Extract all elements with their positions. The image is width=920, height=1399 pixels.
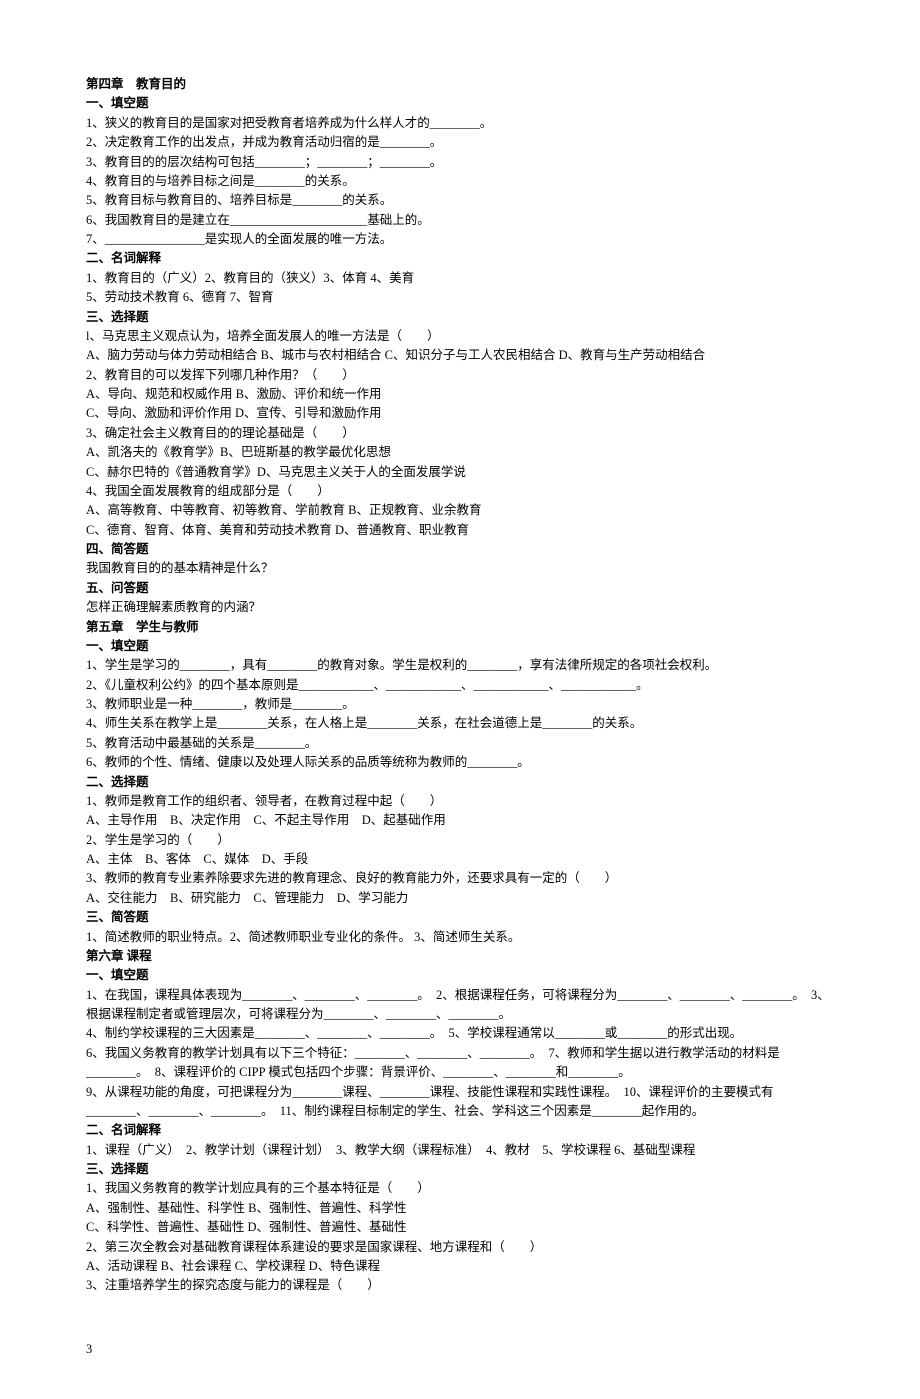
ch4-s2-l2: 5、劳动技术教育 6、德育 7、智育 [86, 288, 834, 307]
ch4-s1-heading: 一、填空题 [86, 94, 834, 113]
ch4-s5-heading: 五、问答题 [86, 579, 834, 598]
chapter5-title: 第五章 学生与教师 [86, 618, 834, 637]
ch5-s3-l1: 1、简述教师的职业特点。2、简述教师职业专业化的条件。 3、简述师生关系。 [86, 928, 834, 947]
ch5-s2-q1: 1、教师是教育工作的组织者、领导者，在教育过程中起（ ） [86, 792, 834, 811]
ch5-s1-heading: 一、填空题 [86, 637, 834, 656]
ch4-s3-q1opt: A、脑力劳动与体力劳动相结合 B、城市与农村相结合 C、知识分子与工人农民相结合… [86, 346, 834, 365]
ch4-s3-q4: 4、我国全面发展教育的组成部分是（ ） [86, 482, 834, 501]
ch6-s1-l2: 4、制约学校课程的三大因素是________、________、________… [86, 1024, 834, 1043]
ch4-s1-l4: 4、教育目的与培养目标之间是________的关系。 [86, 172, 834, 191]
chapter4-title: 第四章 教育目的 [86, 75, 834, 94]
ch4-s3-heading: 三、选择题 [86, 308, 834, 327]
page-number: 3 [86, 1340, 834, 1359]
ch6-s3-q1: 1、我国义务教育的教学计划应具有的三个基本特征是（ ） [86, 1179, 834, 1198]
ch5-s2-q2opt: A、主体 B、客体 C、媒体 D、手段 [86, 850, 834, 869]
ch4-s4-heading: 四、简答题 [86, 540, 834, 559]
ch6-s1-l4: 9、从课程功能的角度，可把课程分为________课程、________课程、技… [86, 1083, 834, 1122]
ch5-s2-q1opt: A、主导作用 B、决定作用 C、不起主导作用 D、起基础作用 [86, 811, 834, 830]
ch5-s1-l1: 1、学生是学习的________，具有________的教育对象。学生是权利的_… [86, 656, 834, 675]
ch6-s2-heading: 二、名词解释 [86, 1121, 834, 1140]
ch6-s1-l3: 6、我国义务教育的教学计划具有以下三个特征：________、________、… [86, 1044, 834, 1083]
ch4-s3-q2a: A、导向、规范和权威作用 B、激励、评价和统一作用 [86, 385, 834, 404]
ch6-s1-l1: 1、在我国，课程具体表现为________、________、________。… [86, 986, 834, 1025]
ch4-s3-q3: 3、确定社会主义教育目的的理论基础是（ ） [86, 424, 834, 443]
ch4-s1-l3: 3、教育目的的层次结构可包括________；________；________… [86, 153, 834, 172]
chapter6-title: 第六章 课程 [86, 947, 834, 966]
ch4-s3-q2: 2、教育目的可以发挥下列哪几种作用？（ ） [86, 366, 834, 385]
ch4-s1-l1: 1、狭义的教育目的是国家对把受教育者培养成为什么样人才的________。 [86, 114, 834, 133]
ch5-s1-l2: 2、《儿童权利公约》的四个基本原则是____________、_________… [86, 676, 834, 695]
ch4-s1-l5: 5、教育目标与教育目的、培养目标是________的关系。 [86, 191, 834, 210]
ch4-s5-l1: 怎样正确理解素质教育的内涵？ [86, 598, 834, 617]
ch5-s3-heading: 三、简答题 [86, 908, 834, 927]
ch5-s1-l4: 4、师生关系在教学上是________关系，在人格上是________关系，在社… [86, 714, 834, 733]
ch4-s1-l7: 7、________________是实现人的全面发展的唯一方法。 [86, 230, 834, 249]
ch5-s2-q3: 3、教师的教育专业素养除要求先进的教育理念、良好的教育能力外，还要求具有一定的（… [86, 869, 834, 888]
ch5-s1-l3: 3、教师职业是一种________，教师是________。 [86, 695, 834, 714]
ch4-s3-q1: l、马克思主义观点认为，培养全面发展人的唯一方法是（ ） [86, 327, 834, 346]
ch4-s3-q3b: C、赫尔巴特的《普通教育学》D、马克思主义关于人的全面发展学说 [86, 463, 834, 482]
ch5-s1-l5: 5、教育活动中最基础的关系是________。 [86, 734, 834, 753]
ch4-s3-q4b: C、德育、智育、体育、美育和劳动技术教育 D、普通教育、职业教育 [86, 521, 834, 540]
ch4-s4-l1: 我国教育目的的基本精神是什么？ [86, 559, 834, 578]
ch6-s3-heading: 三、选择题 [86, 1160, 834, 1179]
ch4-s3-q2b: C、导向、激励和评价作用 D、宣传、引导和激励作用 [86, 404, 834, 423]
ch6-s3-q3: 3、注重培养学生的探究态度与能力的课程是（ ） [86, 1276, 834, 1295]
ch6-s1-heading: 一、填空题 [86, 966, 834, 985]
ch5-s2-heading: 二、选择题 [86, 773, 834, 792]
ch6-s2-l1: 1、课程（广义） 2、教学计划（课程计划） 3、教学大纲（课程标准） 4、教材 … [86, 1141, 834, 1160]
ch5-s2-q3opt: A、交往能力 B、研究能力 C、管理能力 D、学习能力 [86, 889, 834, 908]
ch6-s3-q1a: A、强制性、基础性、科学性 B、强制性、普遍性、科学性 [86, 1199, 834, 1218]
ch6-s3-q2: 2、第三次全教会对基础教育课程体系建设的要求是国家课程、地方课程和（ ） [86, 1238, 834, 1257]
ch4-s2-l1: 1、教育目的（广义）2、教育目的（狭义）3、体育 4、美育 [86, 269, 834, 288]
ch6-s3-q1b: C、科学性、普遍性、基础性 D、强制性、普遍性、基础性 [86, 1218, 834, 1237]
ch6-s3-q2opt: A、活动课程 B、社会课程 C、学校课程 D、特色课程 [86, 1257, 834, 1276]
ch4-s1-l2: 2、决定教育工作的出发点，并成为教育活动归宿的是________。 [86, 133, 834, 152]
ch4-s3-q3a: A、凯洛夫的《教育学》B、巴班斯基的教学最优化思想 [86, 443, 834, 462]
ch4-s2-heading: 二、名词解释 [86, 249, 834, 268]
ch5-s2-q2: 2、学生是学习的（ ） [86, 831, 834, 850]
ch4-s3-q4a: A、高等教育、中等教育、初等教育、学前教育 B、正规教育、业余教育 [86, 501, 834, 520]
ch5-s1-l6: 6、教师的个性、情绪、健康以及处理人际关系的品质等统称为教师的________。 [86, 753, 834, 772]
ch4-s1-l6: 6、我国教育目的是建立在______________________基础上的。 [86, 211, 834, 230]
